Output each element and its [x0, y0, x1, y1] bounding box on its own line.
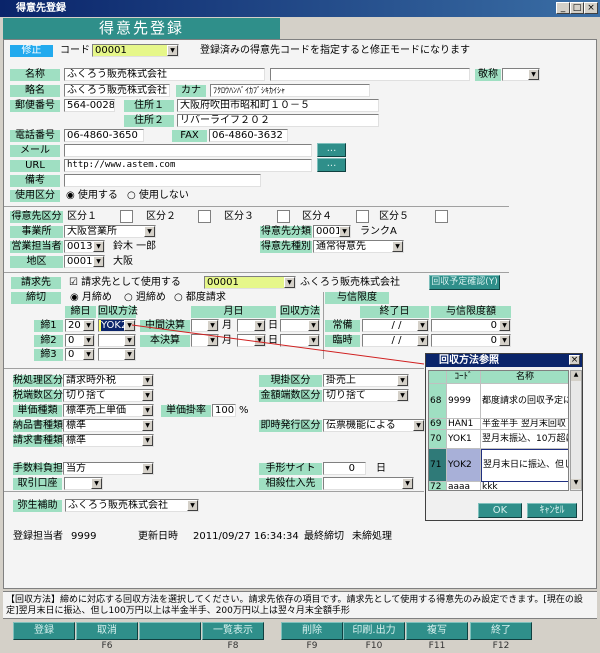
row-code: aaaa: [447, 482, 481, 490]
function-button-8[interactable]: 終了: [470, 622, 532, 640]
cancel-button[interactable]: ｷｬﾝｾﾙ: [527, 503, 577, 518]
function-button-4[interactable]: 一覧表示: [202, 622, 264, 640]
dialog-row[interactable]: 689999都度請求の回収予定に使用。加算月･回収日=0で売上日が回収予定日にな…: [429, 384, 568, 419]
function-button-5[interactable]: 削除: [281, 622, 343, 640]
function-key-label: F9: [306, 641, 318, 651]
row-name: 半金半手 翌月末回収: [481, 419, 568, 430]
collection-method-dialog: 回収方法参照 × ｺｰﾄﾞ 名称 689999都度請求の回収予定に使用。加算月･…: [425, 353, 583, 521]
dialog-close-button[interactable]: ×: [569, 355, 580, 365]
row-no: 72: [429, 482, 447, 490]
row-code: 9999: [447, 384, 481, 419]
row-name: kkk: [481, 482, 568, 490]
function-button-1[interactable]: 登録: [13, 622, 75, 640]
dialog-scrollbar[interactable]: ▲ ▼: [570, 370, 582, 491]
method-table: ｺｰﾄﾞ 名称 689999都度請求の回収予定に使用。加算月･回収日=0で売上日…: [428, 370, 569, 491]
row-name: 都度請求の回収予定に使用。加算月･回収日=0で売上日が回収予定日になります。: [481, 384, 568, 419]
dialog-row[interactable]: 69 HAN1 半金半手 翌月末回収: [429, 419, 568, 430]
function-key-label: F8: [227, 641, 239, 651]
help-message: 【回収方法】締めに対応する回収方法を選択してください。請求先依存の項目です。請求…: [3, 591, 597, 619]
row-no: 69: [429, 419, 447, 430]
function-button-7[interactable]: 複写: [406, 622, 468, 640]
scroll-up-icon[interactable]: ▲: [571, 371, 581, 381]
row-code: YOK2: [447, 449, 481, 482]
row-name: 翌月末日に振込、但し100万円以上は半金半手、200万円以上は翌々月末全額手形: [481, 449, 568, 482]
dialog-row[interactable]: 72 aaaa kkk: [429, 482, 568, 490]
function-button-6[interactable]: 印刷.出力: [343, 622, 405, 640]
function-key-label: F10: [365, 641, 383, 651]
dialog-titlebar: 回収方法参照: [426, 354, 582, 367]
function-key-label: F6: [101, 641, 113, 651]
function-key-label: F12: [492, 641, 510, 651]
dialog-row[interactable]: 71YOK2翌月末日に振込、但し100万円以上は半金半手、200万円以上は翌々月…: [429, 449, 568, 482]
function-button-3[interactable]: [139, 622, 201, 640]
row-code: YOK1: [447, 430, 481, 449]
dialog-title: 回収方法参照: [439, 355, 499, 366]
row-no: 70: [429, 430, 447, 449]
scroll-down-icon[interactable]: ▼: [571, 479, 581, 489]
name-header: 名称: [481, 371, 568, 384]
function-key-label: F11: [428, 641, 446, 651]
ok-button[interactable]: OK: [478, 503, 522, 518]
pointer-arrow: [131, 324, 425, 365]
row-code: HAN1: [447, 419, 481, 430]
dialog-row[interactable]: 70YOK1翌月末振込、10万超は翌々月末振込: [429, 430, 568, 449]
row-name: 翌月末振込、10万超は翌々月末振込: [481, 430, 568, 449]
function-button-2[interactable]: 取消: [76, 622, 138, 640]
code-header: ｺｰﾄﾞ: [447, 371, 481, 384]
row-no: 68: [429, 384, 447, 419]
row-no: 71: [429, 449, 447, 482]
